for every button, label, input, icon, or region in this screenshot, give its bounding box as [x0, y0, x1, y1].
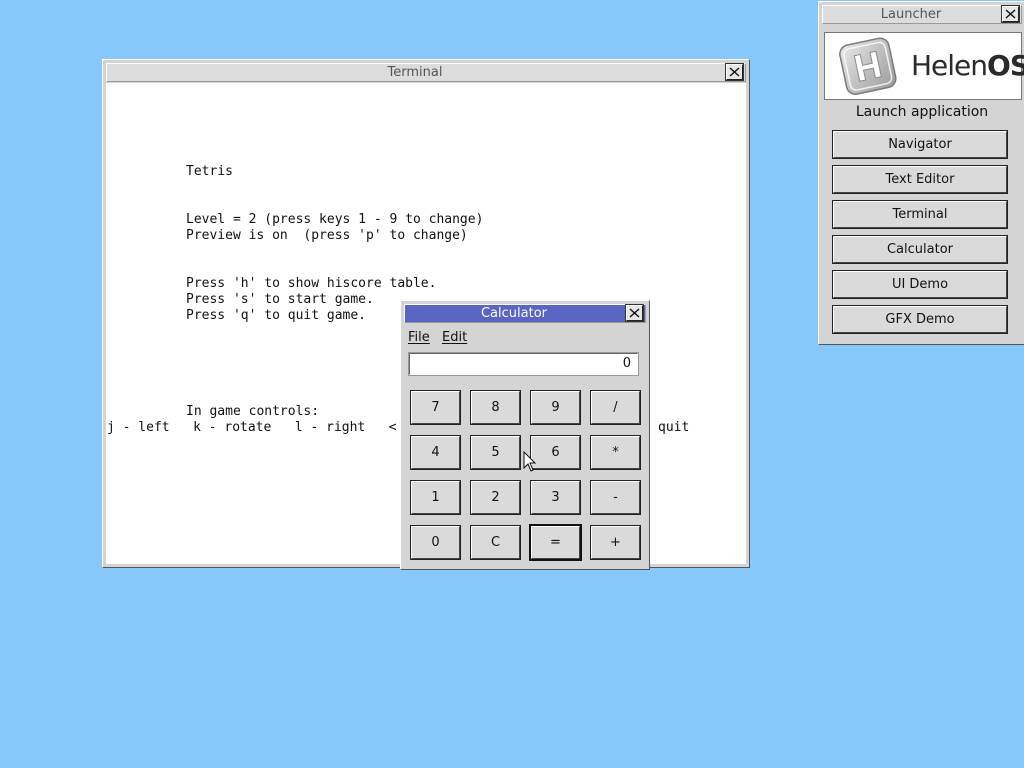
terminal-line: In game controls: [186, 404, 320, 419]
calc-button-3[interactable]: 3 [530, 480, 581, 515]
terminal-line: quit [658, 420, 690, 435]
logo-text-bold: OS [987, 49, 1024, 82]
menu-edit-label: dit [450, 330, 468, 345]
terminal-line: Level = 2 (press keys 1 - 9 to change) [186, 212, 484, 227]
menu-edit-mnemonic: E [442, 330, 451, 345]
calc-button-clear[interactable]: C [470, 525, 521, 560]
calc-button-add[interactable]: + [590, 525, 641, 560]
calc-button-0[interactable]: 0 [410, 525, 461, 560]
calculator-title: Calculator [480, 306, 547, 321]
menu-file-label: ile [414, 330, 430, 345]
calculator-titlebar[interactable]: Calculator [404, 304, 646, 323]
calculator-display[interactable]: 0 [408, 352, 639, 376]
terminal-titlebar[interactable]: Terminal [106, 63, 746, 82]
close-icon [629, 308, 640, 318]
terminal-title: Terminal [387, 65, 443, 80]
close-icon [1005, 9, 1016, 19]
terminal-line: Press 'h' to show hiscore table. [186, 276, 437, 291]
launch-navigator-button[interactable]: Navigator [832, 130, 1008, 159]
launcher-titlebar[interactable]: Launcher [822, 5, 1022, 24]
calculator-window[interactable]: Calculator File Edit 0 7 8 9 / 4 5 6 * 1… [400, 300, 650, 570]
calc-button-8[interactable]: 8 [470, 390, 521, 425]
launch-application-label: Launch application [855, 104, 989, 120]
helenos-logo: HelenOS [824, 32, 1024, 100]
calc-button-1[interactable]: 1 [410, 480, 461, 515]
launch-text-editor-button[interactable]: Text Editor [832, 165, 1008, 194]
helenos-h-icon [839, 37, 897, 95]
menu-edit[interactable]: Edit [442, 329, 467, 347]
terminal-close-button[interactable] [725, 63, 744, 81]
launch-terminal-button[interactable]: Terminal [832, 200, 1008, 229]
calc-button-multiply[interactable]: * [590, 435, 641, 470]
terminal-line: Tetris [186, 164, 233, 179]
menu-file[interactable]: File [408, 329, 430, 347]
launch-calculator-button[interactable]: Calculator [832, 235, 1008, 264]
terminal-line: Press 'q' to quit game. [186, 308, 367, 323]
logo-text-light: Helen [911, 49, 988, 82]
close-icon [729, 67, 740, 77]
terminal-line: Press 's' to start game. [186, 292, 374, 307]
calc-button-4[interactable]: 4 [410, 435, 461, 470]
terminal-line: Preview is on (press 'p' to change) [186, 228, 468, 243]
calc-button-divide[interactable]: / [590, 390, 641, 425]
calc-button-2[interactable]: 2 [470, 480, 521, 515]
helenos-logo-text: HelenOS [911, 49, 1024, 82]
mouse-cursor-icon [523, 451, 537, 472]
launch-ui-demo-button[interactable]: UI Demo [832, 270, 1008, 299]
calc-button-7[interactable]: 7 [410, 390, 461, 425]
calc-button-equals[interactable]: = [529, 524, 582, 561]
launcher-window[interactable]: Launcher HelenOS Launch application Navi… [818, 1, 1024, 345]
terminal-line: j - left k - rotate l - right < [107, 420, 397, 435]
calc-button-9[interactable]: 9 [530, 390, 581, 425]
launcher-close-button[interactable] [1001, 5, 1020, 23]
calc-button-subtract[interactable]: - [590, 480, 641, 515]
launcher-title: Launcher [880, 7, 942, 22]
calc-button-6[interactable]: 6 [530, 435, 581, 470]
calc-button-5[interactable]: 5 [470, 435, 521, 470]
launch-gfx-demo-button[interactable]: GFX Demo [832, 305, 1008, 334]
calculator-close-button[interactable] [625, 304, 644, 322]
